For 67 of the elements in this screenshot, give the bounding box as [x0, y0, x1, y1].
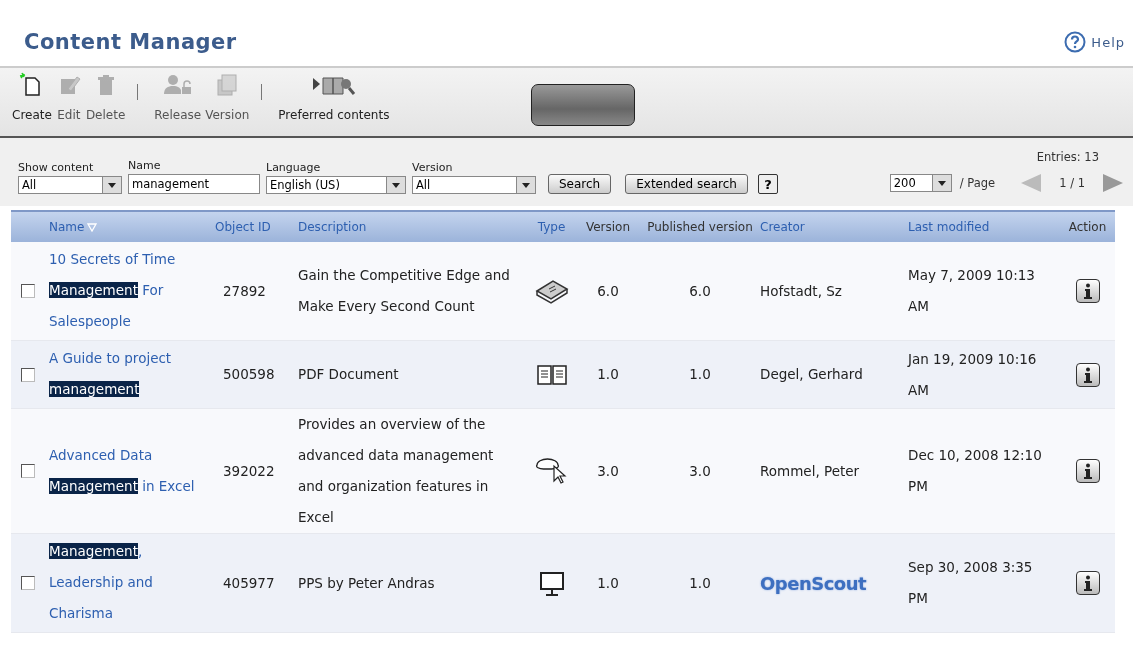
published-version-text: 6.0: [689, 281, 711, 301]
last-modified-text: Jan 19, 2009 10:16 AM: [908, 349, 1038, 400]
creator-name: Rommel, Peter: [760, 461, 860, 481]
help-icon: [1064, 31, 1087, 53]
field-label: Show content: [18, 161, 95, 174]
per-page-dropdown[interactable]: 200: [889, 174, 952, 192]
dropdown-field[interactable]: English (US): [266, 176, 406, 194]
column-header[interactable]: Creator: [760, 220, 805, 234]
monitor-icon: [537, 569, 566, 597]
object-id: 500598: [223, 365, 275, 384]
last-modified-text: Sep 30, 2008 3:35 PM: [908, 558, 1034, 608]
help-button[interactable]: ?: [757, 174, 778, 194]
page-title: Content Manager: [24, 30, 237, 54]
column-header[interactable]: Name: [49, 220, 85, 234]
creator-name: Hofstadt, Sz: [760, 281, 842, 301]
version-text: 1.0: [597, 573, 619, 593]
column-header: Version: [585, 220, 631, 234]
published-version-text: 3.0: [689, 461, 711, 481]
cursor-click-icon: [534, 457, 569, 485]
info-button[interactable]: [1075, 571, 1100, 595]
book-icon: [534, 277, 569, 305]
search-button[interactable]: Search: [548, 174, 612, 194]
description-text: Gain the Competitive Edge and Make Every Second Count: [298, 266, 511, 316]
field-label: Name: [128, 159, 162, 172]
info-icon: [1083, 366, 1092, 383]
column-header[interactable]: Description: [298, 220, 367, 234]
info-icon: [1083, 283, 1092, 299]
info-icon: [1083, 575, 1092, 591]
row-checkbox[interactable]: [21, 576, 35, 590]
page-indicator: 1 / 1: [1059, 176, 1085, 190]
version-text: 1.0: [597, 365, 619, 384]
help-link[interactable]: Help: [1064, 31, 1125, 53]
column-header: Published version: [647, 220, 753, 234]
field-label: Version: [412, 161, 454, 174]
description-text: Provides an overview of the advanced data management and organization features in Excel: [298, 415, 495, 527]
info-button[interactable]: [1075, 362, 1100, 387]
info-button[interactable]: [1075, 459, 1100, 483]
object-id: 392022: [223, 461, 275, 481]
extended-search-button[interactable]: Extended search: [625, 174, 748, 194]
open-book-icon: [535, 362, 568, 387]
description-text: PPS by Peter Andras: [298, 573, 435, 593]
last-modified-text: May 7, 2009 10:13 AM: [908, 266, 1036, 316]
row-checkbox[interactable]: [21, 367, 35, 382]
entries-count: Entries: 13: [1036, 150, 1099, 164]
name-field[interactable]: management: [128, 174, 260, 194]
column-header: Action: [1068, 220, 1107, 234]
info-icon: [1083, 463, 1092, 479]
dropdown-field[interactable]: All: [18, 176, 122, 194]
field-label: Language: [266, 161, 322, 174]
object-id: 27892: [223, 281, 266, 301]
per-page-label: / Page: [959, 176, 996, 190]
version-text: 3.0: [597, 461, 619, 481]
object-id: 405977: [223, 573, 275, 593]
creator-logo: OpenScout: [760, 572, 867, 594]
description-text: PDF Document: [298, 365, 399, 384]
dropdown-field[interactable]: All: [412, 176, 536, 194]
info-button[interactable]: [1075, 279, 1100, 303]
last-modified-text: Dec 10, 2008 12:10 PM: [908, 446, 1043, 496]
published-version-text: 1.0: [689, 365, 711, 384]
blank-button[interactable]: [531, 84, 636, 126]
toolbar-button[interactable]: Preferred contents: [276, 72, 392, 128]
row-checkbox[interactable]: [21, 464, 35, 478]
row-checkbox[interactable]: [21, 284, 35, 298]
toolbar-button[interactable]: Create: [10, 72, 54, 128]
creator-name: Degel, Gerhard: [760, 365, 863, 384]
published-version-text: 1.0: [689, 573, 711, 593]
version-text: 6.0: [597, 281, 619, 301]
